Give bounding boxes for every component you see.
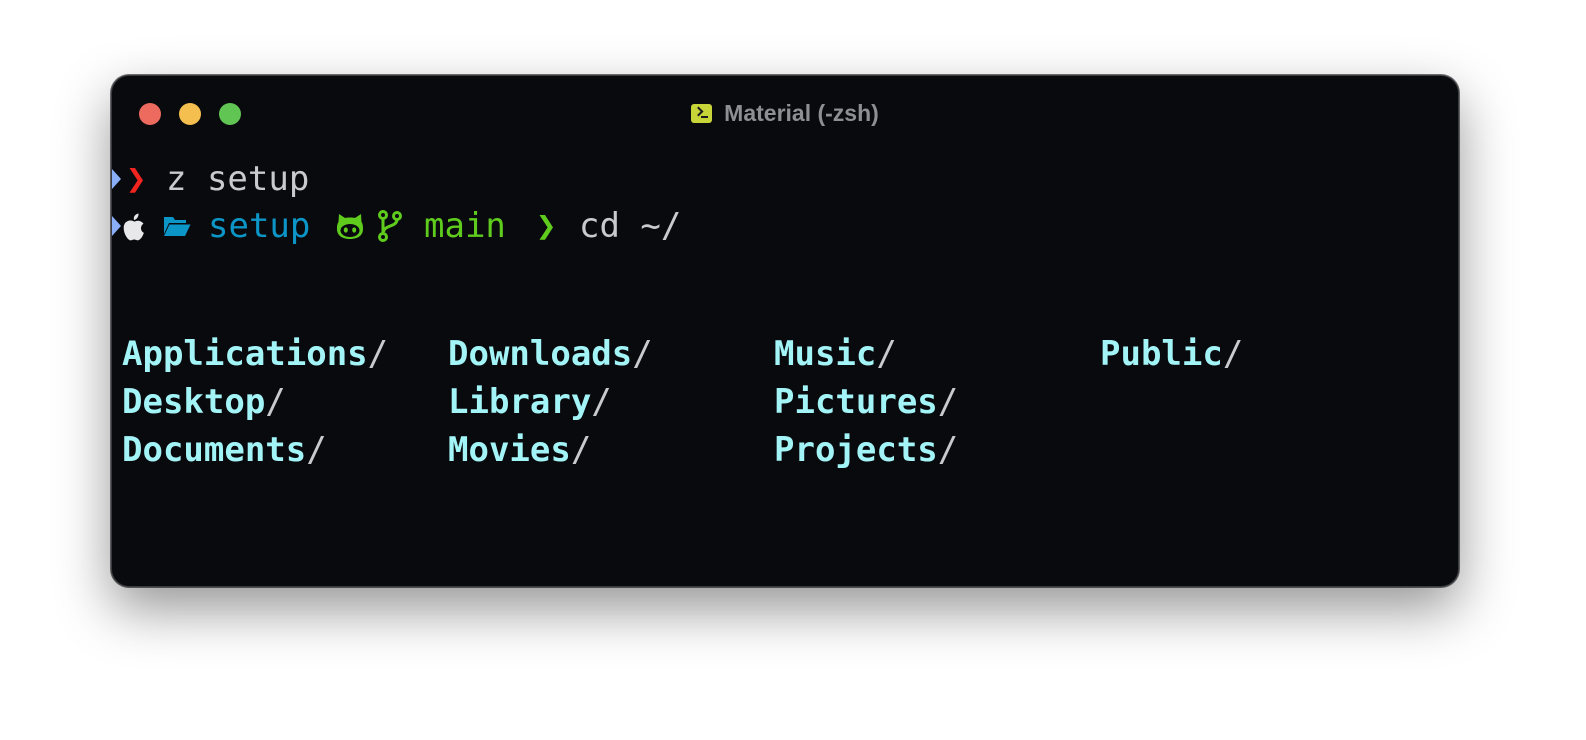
directory-suffix: / bbox=[265, 382, 286, 422]
directory-entry: Downloads/ bbox=[448, 330, 653, 378]
directory-name: Applications bbox=[122, 334, 368, 374]
directory-entry: Documents/ bbox=[122, 426, 327, 474]
prompt-line-2: setup main ❯ cd ~/ bbox=[112, 203, 681, 249]
current-directory: setup bbox=[208, 206, 311, 246]
github-icon bbox=[337, 214, 363, 239]
directory-suffix: / bbox=[632, 334, 653, 374]
apple-icon bbox=[123, 213, 144, 241]
command-text: z setup bbox=[166, 159, 310, 199]
directory-name: Music bbox=[774, 334, 877, 374]
prompt-symbol-success: ❯ bbox=[536, 206, 557, 246]
directory-name: Public bbox=[1100, 334, 1223, 374]
directory-suffix: / bbox=[937, 382, 959, 422]
directory-suffix: / bbox=[937, 430, 959, 470]
git-branch-name: main bbox=[424, 206, 506, 246]
directory-name: Desktop bbox=[122, 382, 266, 422]
prompt-segment-edge bbox=[112, 216, 121, 236]
directory-name: Projects bbox=[774, 430, 938, 470]
directory-entry: Movies/ bbox=[448, 426, 591, 474]
directory-suffix: / bbox=[570, 430, 592, 470]
directory-name: Pictures bbox=[774, 382, 938, 422]
directory-entry: Projects/ bbox=[774, 426, 958, 474]
directory-suffix: / bbox=[1222, 334, 1244, 374]
prompt-symbol-error: ❯ bbox=[126, 159, 147, 199]
folder-open-icon bbox=[164, 217, 191, 236]
terminal-icon bbox=[691, 104, 713, 123]
directory-entry: Applications/ bbox=[122, 330, 388, 378]
directory-suffix: / bbox=[876, 334, 897, 374]
directory-suffix: / bbox=[367, 334, 389, 374]
prompt-line-1: ❯ z setup bbox=[112, 156, 309, 202]
directory-name: Downloads bbox=[448, 334, 633, 374]
directory-entry: Public/ bbox=[1100, 330, 1243, 378]
directory-suffix: / bbox=[591, 382, 612, 422]
git-branch-icon bbox=[378, 210, 402, 242]
prompt-segment-edge bbox=[112, 169, 121, 189]
title-bar[interactable]: Material (-zsh) bbox=[112, 76, 1458, 148]
directory-entry: Pictures/ bbox=[774, 378, 958, 426]
directory-name: Library bbox=[448, 382, 592, 422]
directory-entry: Library/ bbox=[448, 378, 612, 426]
directory-name: Documents bbox=[122, 430, 307, 470]
command-text: cd ~/ bbox=[579, 206, 682, 246]
directory-entry: Desktop/ bbox=[122, 378, 286, 426]
window-title-container: Material (-zsh) bbox=[112, 100, 1458, 127]
directory-name: Movies bbox=[448, 430, 571, 470]
directory-entry: Music/ bbox=[774, 330, 897, 378]
window-title: Material (-zsh) bbox=[724, 100, 879, 126]
terminal-window[interactable]: Material (-zsh) ❯ z setup setup main ❯ c… bbox=[111, 75, 1459, 587]
directory-suffix: / bbox=[306, 430, 327, 470]
